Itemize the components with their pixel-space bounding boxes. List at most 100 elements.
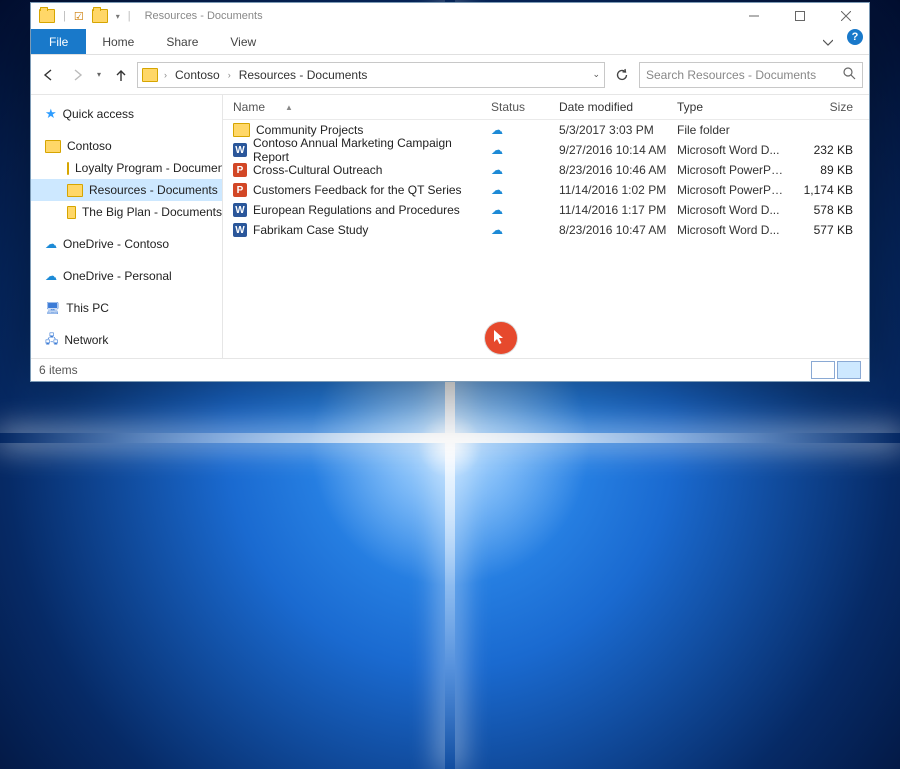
address-dropdown-icon[interactable]: ⌄ <box>592 69 600 80</box>
folder-icon <box>67 162 69 175</box>
sidebar-item-label: This PC <box>66 301 109 315</box>
file-size: 1,174 KB <box>785 183 869 197</box>
sidebar-child-0[interactable]: Loyalty Program - Documents <box>31 157 222 179</box>
sidebar-item-label: Contoso <box>67 139 112 153</box>
column-header-type[interactable]: Type <box>677 100 785 114</box>
file-rows: Community Projects☁5/3/2017 3:03 PMFile … <box>223 120 869 358</box>
search-icon[interactable] <box>843 67 856 83</box>
file-name: European Regulations and Procedures <box>253 203 460 217</box>
word-file-icon: W <box>233 143 247 157</box>
column-header-date[interactable]: Date modified <box>559 100 677 114</box>
nav-history-dropdown[interactable]: ▾ <box>93 63 105 87</box>
qat-check-icon[interactable]: ☑ <box>74 10 84 23</box>
refresh-button[interactable] <box>609 62 635 88</box>
sidebar-item-label: Quick access <box>63 107 134 121</box>
cloud-icon: ☁ <box>45 237 57 251</box>
file-row[interactable]: PCustomers Feedback for the QT Series☁11… <box>223 180 869 200</box>
window-title: Resources - Documents <box>139 10 731 22</box>
search-input[interactable]: Search Resources - Documents <box>639 62 863 88</box>
file-type: Microsoft Word D... <box>677 143 785 157</box>
file-type: Microsoft PowerPo... <box>677 163 785 177</box>
explorer-window: | ☑ ▾ | Resources - Documents File Home … <box>30 2 870 382</box>
sidebar-this-pc[interactable]: 🖥 This PC <box>31 297 222 319</box>
qat-separator-2: | <box>128 10 131 22</box>
sidebar-network[interactable]: 🖧 Network <box>31 329 222 351</box>
minimize-button[interactable] <box>731 3 777 29</box>
file-size: 578 KB <box>785 203 869 217</box>
file-date: 8/23/2016 10:47 AM <box>559 223 677 237</box>
sidebar-item-label: OneDrive - Personal <box>63 269 172 283</box>
file-type: Microsoft Word D... <box>677 223 785 237</box>
file-date: 11/14/2016 1:02 PM <box>559 183 677 197</box>
chevron-right-icon[interactable]: › <box>162 70 169 80</box>
word-file-icon: W <box>233 223 247 237</box>
breadcrumb-segment-0[interactable]: Contoso <box>171 68 224 82</box>
cloud-status-icon: ☁ <box>491 223 503 237</box>
help-button[interactable]: ? <box>847 29 863 45</box>
title-bar[interactable]: | ☑ ▾ | Resources - Documents <box>31 3 869 29</box>
folder-icon <box>67 206 76 219</box>
cloud-icon: ☁ <box>45 269 57 283</box>
sidebar-child-2[interactable]: The Big Plan - Documents <box>31 201 222 223</box>
file-size: 89 KB <box>785 163 869 177</box>
file-type: File folder <box>677 123 785 137</box>
maximize-button[interactable] <box>777 3 823 29</box>
file-type: Microsoft Word D... <box>677 203 785 217</box>
column-label: Name <box>233 100 265 114</box>
file-type: Microsoft PowerPo... <box>677 183 785 197</box>
star-icon: ★ <box>45 106 57 122</box>
word-file-icon: W <box>233 203 247 217</box>
computer-icon: 🖥 <box>45 301 60 315</box>
nav-up-button[interactable] <box>109 63 133 87</box>
column-header-size[interactable]: Size <box>785 100 869 114</box>
file-name: Customers Feedback for the QT Series <box>253 183 462 197</box>
view-details-button[interactable] <box>837 361 861 379</box>
powerpoint-file-icon: P <box>233 163 247 177</box>
breadcrumb-segment-1[interactable]: Resources - Documents <box>235 68 372 82</box>
nav-back-button[interactable] <box>37 63 61 87</box>
ribbon: File Home Share View ? <box>31 29 869 55</box>
close-button[interactable] <box>823 3 869 29</box>
nav-forward-button[interactable] <box>65 63 89 87</box>
address-folder-icon <box>142 68 158 82</box>
sidebar-child-1[interactable]: Resources - Documents <box>31 179 222 201</box>
qat-open-icon[interactable] <box>92 9 108 23</box>
file-size: 232 KB <box>785 143 869 157</box>
sidebar-onedrive-personal[interactable]: ☁ OneDrive - Personal <box>31 265 222 287</box>
navigation-pane[interactable]: ★ Quick access Contoso Loyalty Program -… <box>31 95 223 358</box>
ribbon-tab-home[interactable]: Home <box>86 29 150 54</box>
cloud-status-icon: ☁ <box>491 163 503 177</box>
cloud-status-icon: ☁ <box>491 183 503 197</box>
file-row[interactable]: W Fabrikam Case Study ☁ 8/23/2016 10:47 AMM… <box>223 220 869 240</box>
cursor-highlight-icon <box>485 322 517 354</box>
column-header-status[interactable]: Status <box>491 100 559 114</box>
sidebar-root-contoso[interactable]: Contoso <box>31 135 222 157</box>
item-count: 6 items <box>39 363 78 377</box>
file-row[interactable]: WContoso Annual Marketing Campaign Repor… <box>223 140 869 160</box>
file-row[interactable]: PCross-Cultural Outreach☁8/23/2016 10:46… <box>223 160 869 180</box>
file-row[interactable]: WEuropean Regulations and Procedures☁11/… <box>223 200 869 220</box>
file-date: 9/27/2016 10:14 AM <box>559 143 677 157</box>
sidebar-item-label: The Big Plan - Documents <box>82 205 222 219</box>
sidebar-item-label: Loyalty Program - Documents <box>75 161 223 175</box>
column-header-name[interactable]: Name ▲ <box>229 100 491 114</box>
ribbon-tab-share[interactable]: Share <box>150 29 214 54</box>
ribbon-tab-view[interactable]: View <box>214 29 272 54</box>
view-large-icons-button[interactable] <box>811 361 835 379</box>
file-name: Fabrikam Case Study <box>253 223 368 237</box>
qat-dropdown-icon[interactable]: ▾ <box>116 12 120 21</box>
file-date: 5/3/2017 3:03 PM <box>559 123 677 137</box>
chevron-right-icon[interactable]: › <box>226 70 233 80</box>
sidebar-onedrive-business[interactable]: ☁ OneDrive - Contoso <box>31 233 222 255</box>
folder-icon <box>233 123 250 137</box>
file-name: Cross-Cultural Outreach <box>253 163 382 177</box>
ribbon-expand-icon[interactable] <box>813 29 843 54</box>
sidebar-item-label: Resources - Documents <box>89 183 218 197</box>
address-bar[interactable]: › Contoso › Resources - Documents ⌄ <box>137 62 605 88</box>
file-list-pane: Name ▲ Status Date modified Type Size Co… <box>223 95 869 358</box>
ribbon-file-tab[interactable]: File <box>31 29 86 54</box>
sidebar-quick-access[interactable]: ★ Quick access <box>31 103 222 125</box>
network-icon: 🖧 <box>45 330 58 351</box>
column-headers[interactable]: Name ▲ Status Date modified Type Size <box>223 95 869 120</box>
file-size: 577 KB <box>785 223 869 237</box>
